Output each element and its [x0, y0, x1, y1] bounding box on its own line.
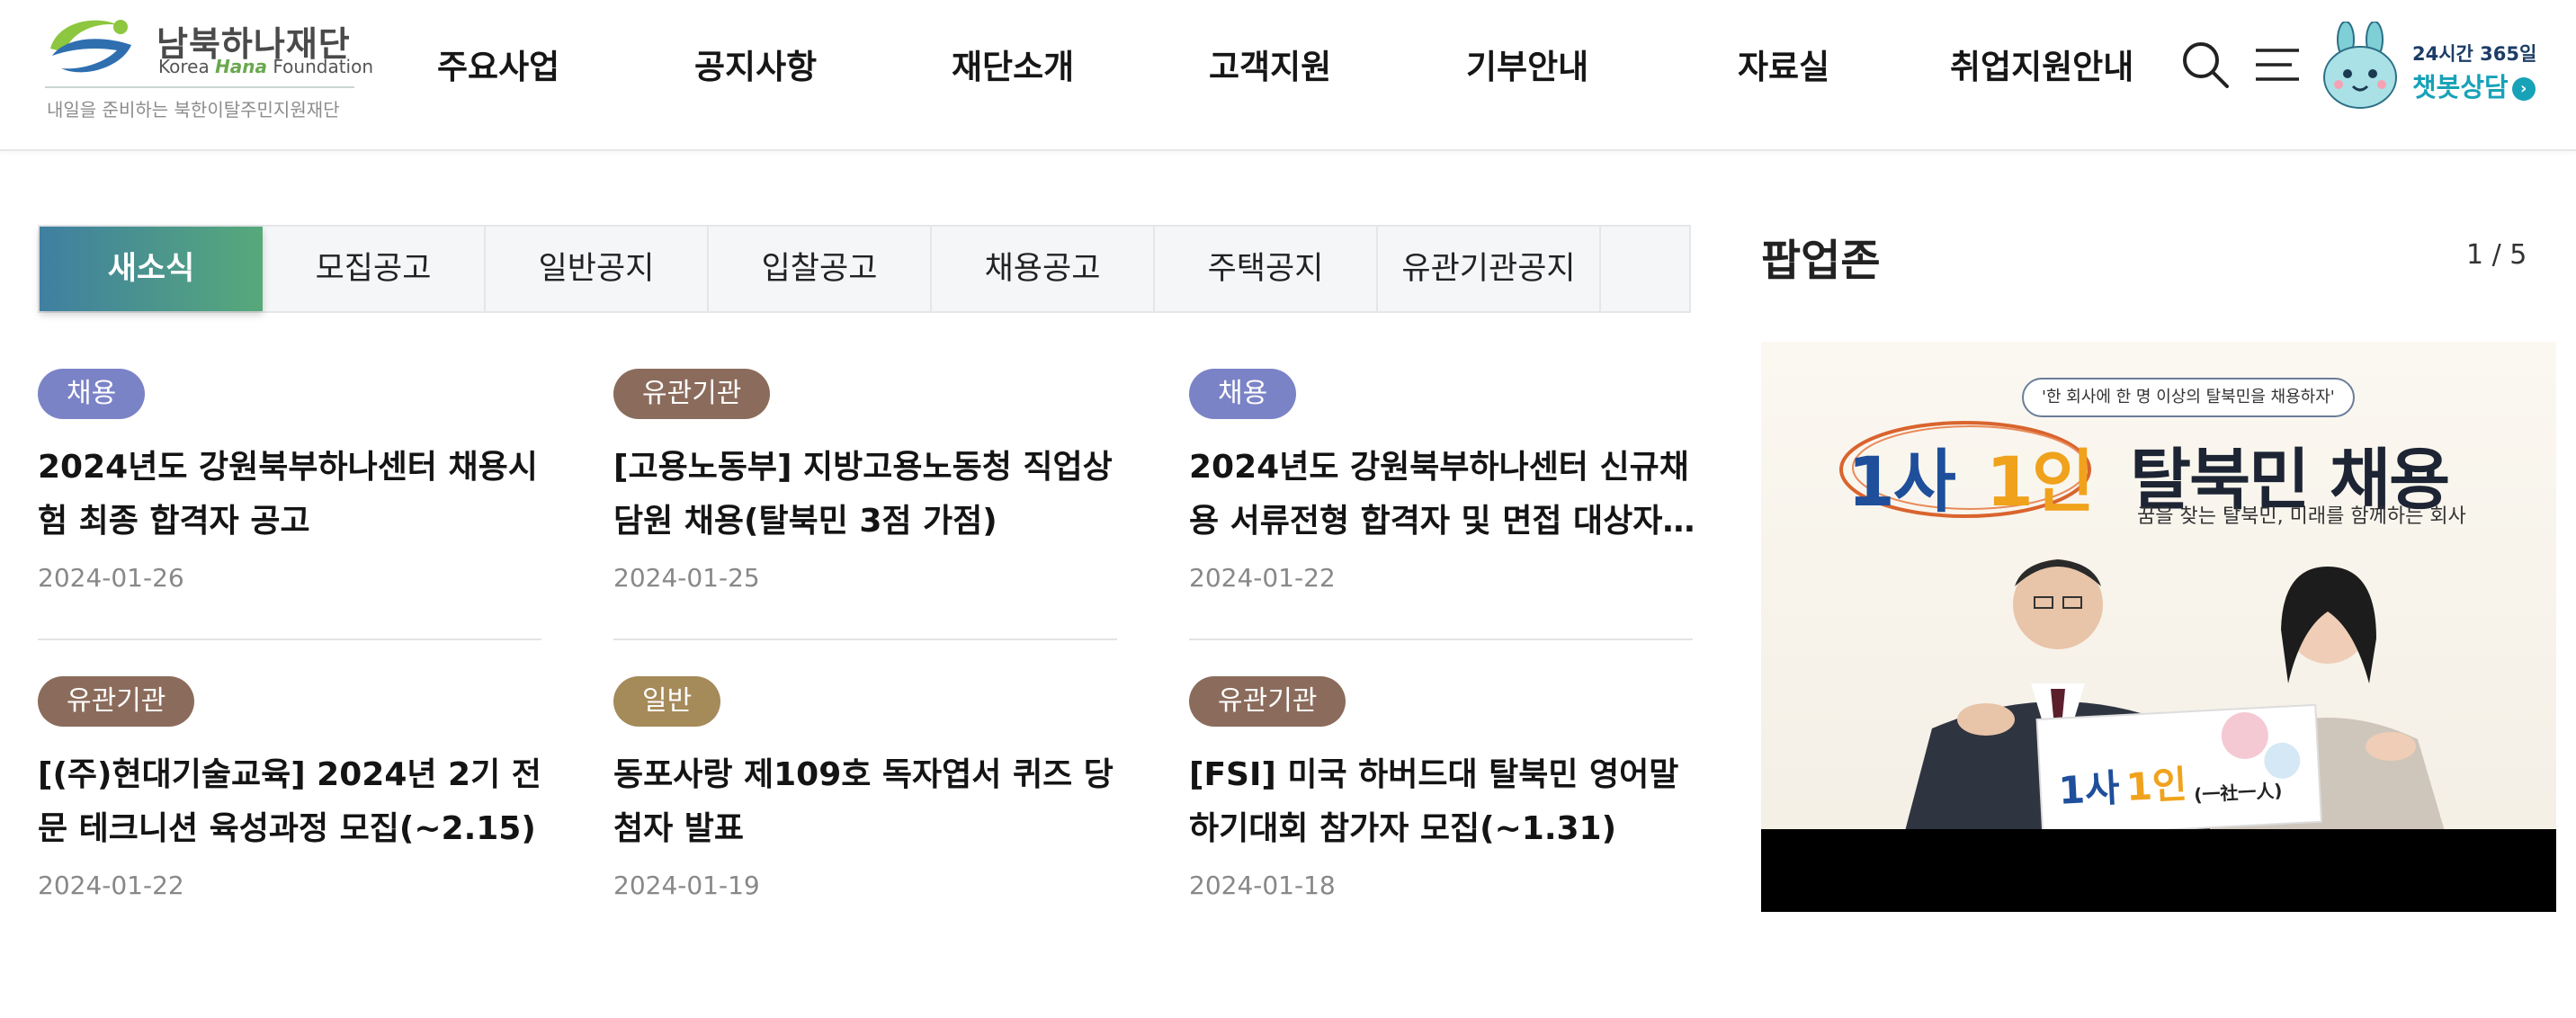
sign-hanja: (一社一人) [2194, 780, 2283, 806]
news-item[interactable]: 유관기관 [고용노동부] 지방고용노동청 직업상담원 채용(탈북민 3점 가점)… [613, 369, 1117, 638]
nav-item-employment[interactable]: 취업지원안내 [1950, 40, 2133, 88]
news-date: 2024-01-26 [38, 563, 184, 593]
logo-english-name: Korea Hana Foundation [158, 56, 373, 77]
news-date: 2024-01-25 [613, 563, 760, 593]
logo-tagline: 내일을 준비하는 북한이탈주민지원재단 [47, 99, 340, 121]
chatbot-label-text: 챗봇상담 [2412, 72, 2509, 103]
news-title[interactable]: 2024년도 강원북부하나센터 채용시험 최종 합격자 공고 [38, 441, 550, 549]
category-badge: 채용 [1189, 369, 1297, 419]
logo-emblem-icon [50, 20, 131, 73]
notice-tabs: 새소식 모집공고 일반공지 입찰공고 채용공고 주택공지 유관기관공지 [38, 225, 1691, 313]
news-date: 2024-01-18 [1189, 871, 1336, 900]
category-badge: 유관기관 [1189, 676, 1346, 727]
row-divider [613, 638, 1117, 640]
popup-page-counter: 1 / 5 [2466, 239, 2527, 271]
news-title[interactable]: 동포사랑 제109호 독자엽서 퀴즈 당첨자 발표 [613, 748, 1126, 856]
sign-one-company: 1사 [2058, 765, 2122, 813]
row-divider [38, 638, 541, 640]
category-badge: 유관기관 [613, 369, 771, 419]
site-logo[interactable]: 남북하나재단 Korea Hana Foundation 내일을 준비하는 북한… [45, 9, 373, 126]
news-date: 2024-01-22 [1189, 563, 1336, 593]
logo-english-hana: Hana [215, 56, 268, 77]
category-badge: 유관기관 [38, 676, 195, 727]
news-item[interactable]: 채용 2024년도 강원북부하나센터 신규채용 서류전형 합격자 및 면접 대상… [1189, 369, 1693, 638]
chatbot-consult-button[interactable]: 24시간 365일 챗봇상담 › [2319, 22, 2562, 115]
nav-item-main-business[interactable]: 주요사업 [437, 40, 559, 88]
chatbot-label: 챗봇상담 › [2412, 67, 2536, 104]
news-item[interactable]: 유관기관 [FSI] 미국 하버드대 탈북민 영어말하기대회 참가자 모집(~1… [1189, 676, 1693, 946]
search-icon[interactable] [2180, 40, 2231, 90]
banner-people-illustration: 1사 1인 (一社一人) [1905, 559, 2445, 831]
logo-divider [45, 86, 354, 88]
tab-related-agencies[interactable]: 유관기관공지 [1378, 227, 1601, 311]
tab-general-notice[interactable]: 일반공지 [486, 227, 709, 311]
chevron-right-icon: › [2511, 77, 2536, 101]
news-title[interactable]: 2024년도 강원북부하나센터 신규채용 서류전형 합격자 및 면접 대상자 공… [1189, 441, 1702, 549]
logo-english-post: Foundation [267, 56, 374, 77]
tab-hiring[interactable]: 채용공고 [932, 227, 1155, 311]
tab-recruitment[interactable]: 모집공고 [263, 227, 486, 311]
category-badge: 일반 [613, 676, 721, 727]
logo-english-pre: Korea [158, 56, 216, 77]
sign-one-person: 1인 [2124, 762, 2187, 808]
nav-item-about[interactable]: 재단소개 [952, 40, 1074, 88]
news-title[interactable]: [(주)현대기술교육] 2024년 2기 전문 테크니션 육성과정 모집(~2.… [38, 748, 550, 856]
chatbot-hours-label: 24시간 365일 [2412, 43, 2537, 65]
hamburger-menu-icon[interactable] [2254, 45, 2301, 85]
news-title[interactable]: [고용노동부] 지방고용노동청 직업상담원 채용(탈북민 3점 가점) [613, 441, 1126, 549]
news-item[interactable]: 채용 2024년도 강원북부하나센터 채용시험 최종 합격자 공고 2024-0… [38, 369, 541, 638]
nav-item-donation[interactable]: 기부안내 [1466, 40, 1588, 88]
popup-zone-title: 팝업존 [1761, 236, 1881, 286]
news-date: 2024-01-19 [613, 871, 760, 900]
news-item[interactable]: 일반 동포사랑 제109호 독자엽서 퀴즈 당첨자 발표 2024-01-19 [613, 676, 1117, 946]
popup-banner[interactable]: '한 회사에 한 명 이상의 탈북민을 채용하자' 1사 1인 탈북민 채용 꿈… [1761, 342, 2556, 912]
news-title[interactable]: [FSI] 미국 하버드대 탈북민 영어말하기대회 참가자 모집(~1.31) [1189, 748, 1702, 856]
nav-item-support[interactable]: 고객지원 [1209, 40, 1331, 88]
tab-bidding[interactable]: 입찰공고 [709, 227, 932, 311]
banner-quote: '한 회사에 한 명 이상의 탈북민을 채용하자' [2022, 378, 2355, 417]
tab-news[interactable]: 새소식 [40, 227, 263, 311]
site-header: 남북하나재단 Korea Hana Foundation 내일을 준비하는 북한… [0, 0, 2576, 151]
tab-housing[interactable]: 주택공지 [1155, 227, 1378, 311]
nav-item-notices[interactable]: 공지사항 [694, 40, 817, 88]
news-date: 2024-01-22 [38, 871, 184, 900]
category-badge: 채용 [38, 369, 146, 419]
banner-bottom-bar [1761, 829, 2556, 912]
row-divider [1189, 638, 1693, 640]
nav-item-archive[interactable]: 자료실 [1738, 40, 1829, 88]
chatbot-rabbit-icon [2323, 22, 2397, 109]
news-item[interactable]: 유관기관 [(주)현대기술교육] 2024년 2기 전문 테크니션 육성과정 모… [38, 676, 541, 946]
